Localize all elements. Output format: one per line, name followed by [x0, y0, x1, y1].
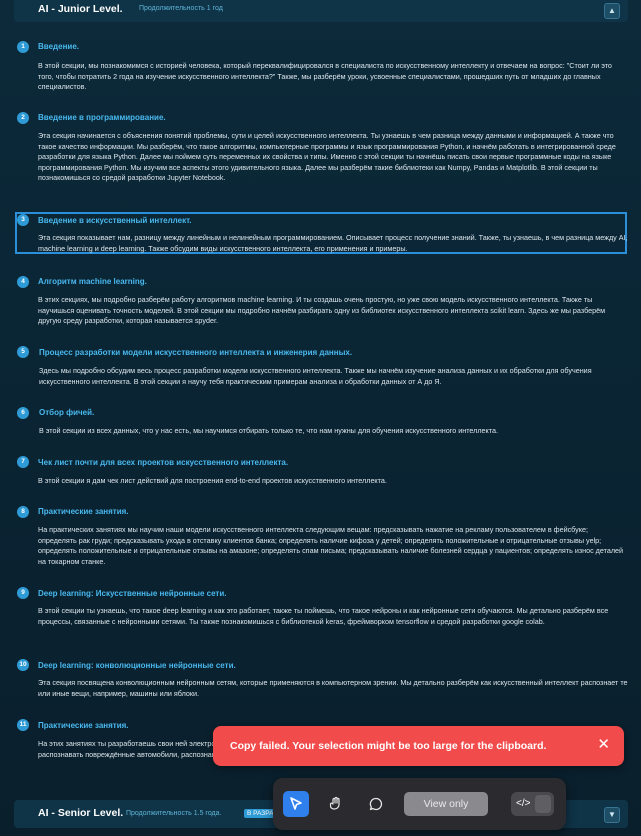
junior-level-duration: Продолжительность 1 год [139, 5, 223, 12]
senior-level-duration: Продолжительность 1.5 года. [126, 810, 222, 817]
section-number-10: 10 [17, 659, 29, 671]
section-body-8: На практических занятиях мы научим наши … [38, 525, 624, 566]
status-badge: В РАЗРА [244, 809, 277, 818]
hand-tool-button[interactable] [323, 791, 349, 817]
section-number-5: 5 [17, 346, 29, 358]
section-body-6: В этой секции из всех данных, что у нас … [39, 426, 498, 435]
error-toast: Copy failed. Your selection might be too… [213, 726, 624, 766]
comment-tool-button[interactable] [363, 791, 389, 817]
comment-icon [369, 797, 383, 811]
section-body-10: Эта секция посвящена конволюционным нейр… [38, 678, 628, 698]
section-title-11: Практические занятия. [38, 721, 129, 730]
section-number-11: 11 [17, 719, 29, 731]
section-title-9: Deep learning: Искусственные нейронные с… [38, 589, 227, 598]
toast-message: Copy failed. Your selection might be too… [230, 740, 547, 752]
section-title-3: Введение в искусственный интеллект. [38, 216, 192, 225]
toggle-knob [535, 795, 551, 813]
floating-toolbar: View only </> [273, 778, 566, 830]
cursor-icon [290, 797, 302, 810]
section-body-3: Эта секция показывает нам, разницу между… [38, 233, 628, 253]
code-view-toggle[interactable]: </> [511, 792, 554, 816]
expand-button[interactable]: ▼ [604, 807, 620, 823]
section-title-10: Deep learning: конволюционные нейронные … [38, 661, 236, 670]
section-number-9: 9 [17, 587, 29, 599]
section-body-4: В этих секциях, мы подробно разберём раб… [38, 295, 606, 326]
section-title-1: Введение. [38, 42, 79, 51]
code-icon: </> [516, 798, 531, 809]
section-number-7: 7 [17, 456, 29, 468]
section-body-7: В этой секции я дам чек лист действий дл… [38, 476, 387, 485]
section-number-4: 4 [17, 276, 29, 288]
section-number-1: 1 [17, 41, 29, 53]
section-body-2: Эта секция начинается с объяснения понят… [38, 131, 616, 183]
section-body-5: Здесь мы подробно обсудим весь процесс р… [39, 366, 592, 386]
chevron-down-icon: ▼ [608, 810, 616, 819]
section-title-2: Введение в программирование. [38, 113, 166, 122]
junior-level-header[interactable]: AI - Junior Level. Продолжительность 1 г… [14, 0, 628, 22]
section-body-9: В этой секции ты узнаешь, что такое deep… [38, 606, 609, 626]
section-number-8: 8 [17, 506, 29, 518]
junior-level-title: AI - Junior Level. [38, 3, 123, 15]
section-title-6: Отбор фичей. [39, 408, 95, 417]
section-title-8: Практические занятия. [38, 507, 129, 516]
section-number-3: 3 [17, 214, 29, 226]
senior-level-title: AI - Senior Level. [38, 807, 124, 819]
close-icon[interactable]: ✕ [597, 737, 610, 753]
hand-icon [329, 796, 340, 810]
section-body-1: В этой секции, мы познакомимся с историе… [38, 61, 612, 92]
section-number-2: 2 [17, 112, 29, 124]
section-title-7: Чек лист почти для всех проектов искусст… [38, 458, 289, 467]
view-only-button[interactable]: View only [404, 792, 488, 816]
collapse-button[interactable]: ▲ [604, 3, 620, 19]
chevron-up-icon: ▲ [608, 6, 616, 15]
pointer-tool-button[interactable] [283, 791, 309, 817]
section-title-5: Процесс разработки модели искусственного… [39, 348, 353, 357]
section-title-4: Алгоритм machine learning. [38, 277, 147, 286]
section-number-6: 6 [17, 407, 29, 419]
